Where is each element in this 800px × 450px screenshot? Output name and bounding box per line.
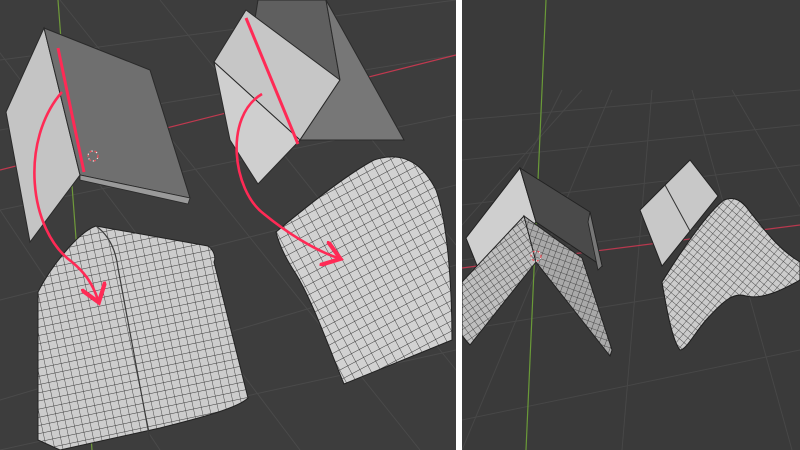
right-viewport-canvas[interactable] xyxy=(462,0,800,450)
left-viewport-canvas[interactable] xyxy=(0,0,456,450)
right-viewport[interactable] xyxy=(462,0,800,450)
left-viewport[interactable] xyxy=(0,0,456,450)
